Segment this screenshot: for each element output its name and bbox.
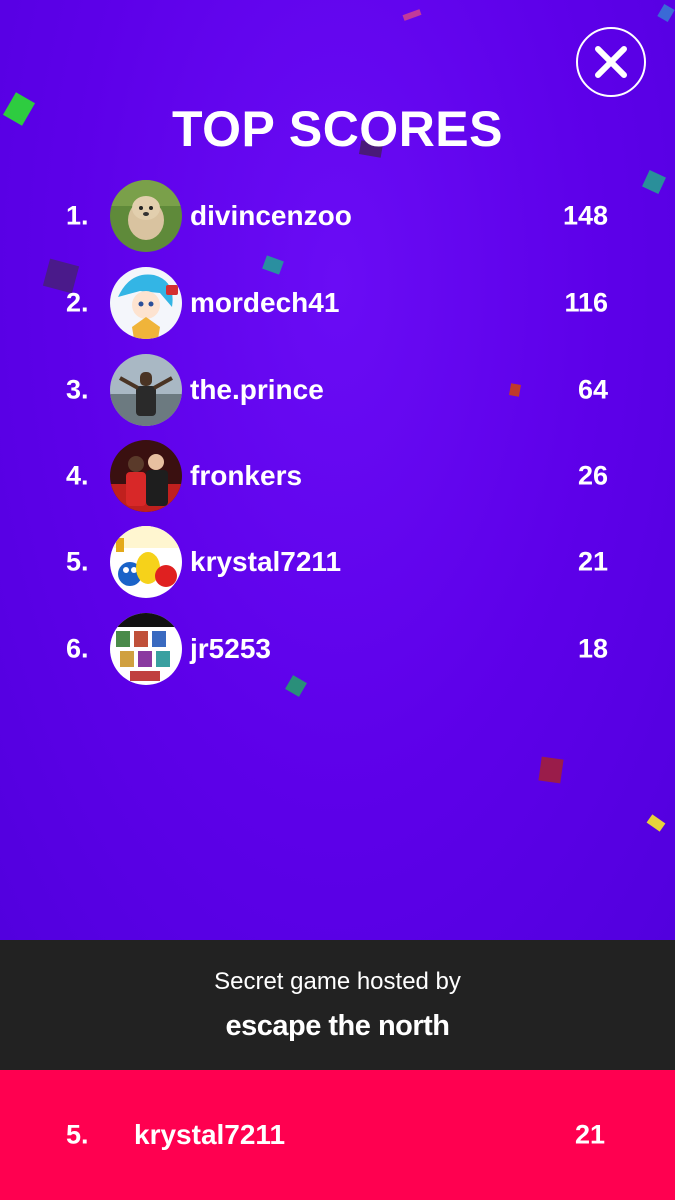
avatar[interactable] bbox=[110, 526, 182, 598]
rank-number: 2. bbox=[66, 287, 89, 318]
confetti-piece bbox=[538, 756, 564, 784]
rank-number: 6. bbox=[66, 633, 89, 664]
score: 148 bbox=[562, 200, 608, 231]
rank-number: 5. bbox=[66, 546, 89, 577]
my-username: krystal7211 bbox=[134, 1119, 286, 1150]
my-score-bar: 5. krystal7211 21 bbox=[0, 1070, 675, 1200]
my-rank: 5. bbox=[66, 1119, 89, 1150]
score: 26 bbox=[577, 460, 608, 491]
username: the.prince bbox=[190, 374, 324, 405]
leaderboard-row[interactable]: 6. jr5253 18 bbox=[0, 611, 675, 687]
avatar[interactable] bbox=[110, 440, 182, 512]
my-score: 21 bbox=[574, 1119, 605, 1150]
leaderboard-screen: TOP SCORES 1. divincenzoo 148 2. mordech… bbox=[0, 0, 675, 940]
close-icon bbox=[595, 46, 627, 78]
username: fronkers bbox=[190, 460, 303, 491]
confetti-piece bbox=[657, 3, 675, 23]
score: 18 bbox=[577, 633, 608, 664]
username: divincenzoo bbox=[190, 200, 352, 231]
username: jr5253 bbox=[190, 633, 271, 664]
score: 64 bbox=[577, 374, 608, 405]
rank-number: 3. bbox=[66, 374, 89, 405]
rank-number: 4. bbox=[66, 460, 89, 491]
leaderboard-row[interactable]: 4. fronkers 26 bbox=[0, 438, 675, 514]
close-button[interactable] bbox=[576, 27, 646, 97]
score: 116 bbox=[564, 287, 608, 318]
rank-number: 1. bbox=[66, 200, 89, 231]
host-name: escape the north bbox=[225, 1010, 450, 1042]
score: 21 bbox=[577, 546, 608, 577]
page-title: TOP SCORES bbox=[171, 101, 504, 157]
leaderboard-row[interactable]: 2. mordech41 116 bbox=[0, 265, 675, 341]
leaderboard-row[interactable]: 5. krystal7211 21 bbox=[0, 524, 675, 600]
username: mordech41 bbox=[190, 287, 340, 318]
leaderboard-row[interactable]: 1. divincenzoo 148 bbox=[0, 178, 675, 254]
avatar[interactable] bbox=[110, 354, 182, 426]
host-banner: Secret game hosted by escape the north bbox=[0, 940, 675, 1070]
username: krystal7211 bbox=[190, 546, 342, 577]
avatar[interactable] bbox=[110, 267, 182, 339]
avatar[interactable] bbox=[110, 613, 182, 685]
confetti-piece bbox=[646, 814, 666, 832]
confetti-piece bbox=[402, 9, 422, 21]
leaderboard-row[interactable]: 3. the.prince 64 bbox=[0, 352, 675, 428]
host-label: Secret game hosted by bbox=[214, 968, 461, 995]
avatar[interactable] bbox=[110, 180, 182, 252]
